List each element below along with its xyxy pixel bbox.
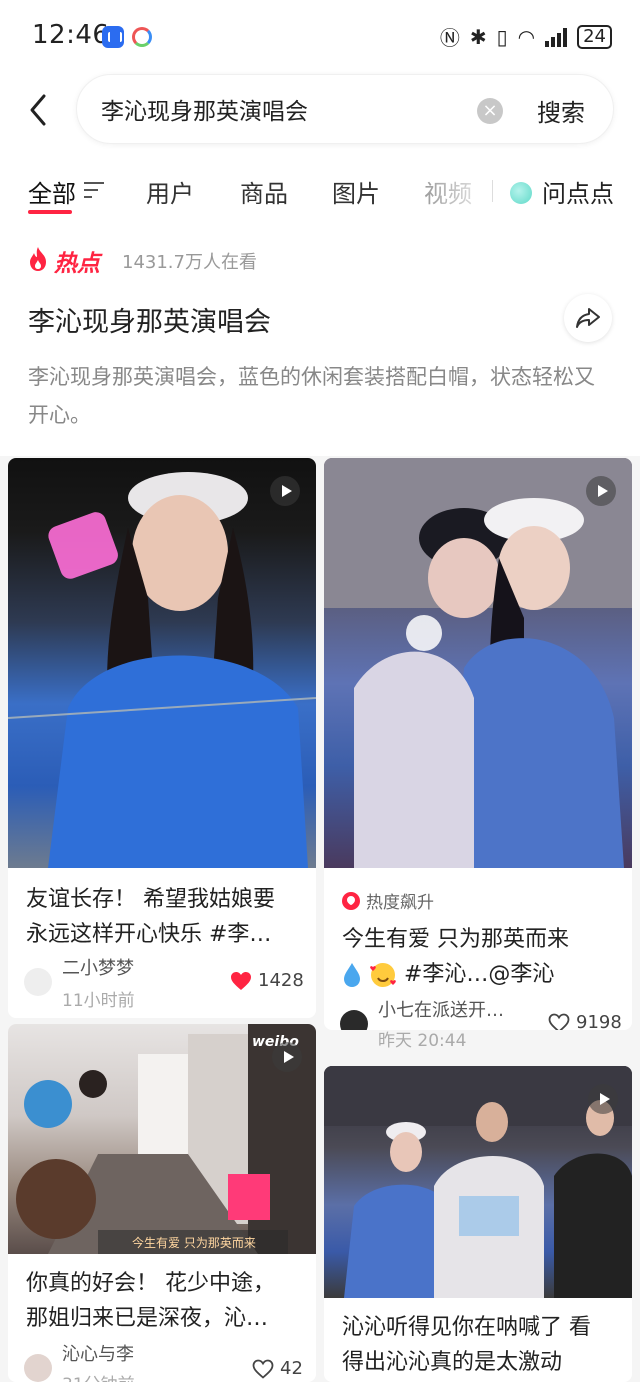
hot-description: 李沁现身那英演唱会，蓝色的休闲套装搭配白帽，状态轻松又开心。: [28, 365, 595, 427]
cover-illustration: [324, 1066, 632, 1298]
share-button[interactable]: [564, 294, 612, 342]
heart-filled-icon: [231, 971, 251, 990]
note-title-line: 沁沁听得见你在呐喊了 看: [342, 1315, 591, 1340]
note-card[interactable]: weibo 今生有爱 只为那英而来 你真的好会！ 花少中途， 那姐归来已是深夜，…: [8, 1024, 316, 1382]
active-tab-indicator: [28, 210, 72, 214]
note-title[interactable]: 你真的好会！ 花少中途， 那姐归来已是深夜，沁…: [26, 1266, 306, 1336]
note-title-line: 你真的好会！ 花少中途，: [26, 1271, 275, 1296]
browser-app-icon: [132, 27, 152, 47]
avatar[interactable]: [340, 1010, 368, 1030]
like-count: 42: [280, 1358, 303, 1379]
trending-label: 热度飙升: [366, 893, 434, 913]
status-icons: Ⓝ ✱ ▯ ◠ 24: [440, 22, 612, 51]
note-card[interactable]: 沁沁听得见你在呐喊了 看 得出沁沁真的是太激动: [324, 1066, 632, 1382]
note-cover-image[interactable]: [324, 1066, 632, 1298]
cover-illustration: [324, 458, 632, 868]
tab-ask[interactable]: 问点点: [542, 174, 614, 209]
tab-fade: [422, 172, 502, 208]
note-card[interactable]: 友谊长存！ 希望我姑娘要 永远这样开心快乐 #李… 二小梦梦 11小时前 142…: [8, 458, 316, 1018]
droplet-icon: [344, 963, 360, 987]
video-play-icon: [586, 476, 616, 506]
note-title-line: 那姐归来已是深夜，沁…: [26, 1306, 269, 1331]
search-box: × 搜索: [76, 74, 614, 144]
post-time: 昨天 20:44: [378, 1031, 467, 1051]
avatar[interactable]: [24, 968, 52, 996]
note-title-line: 友谊长存！ 希望我姑娘要: [26, 887, 275, 912]
hot-viewers: 1431.7万人在看: [122, 252, 257, 273]
status-bar: 12:46 Ⓝ ✱ ▯ ◠ 24: [0, 0, 640, 74]
note-title-line: #李沁…@李沁: [342, 957, 622, 992]
note-title-text: #李沁…@李沁: [404, 962, 555, 987]
cover-illustration: [16, 1024, 316, 1254]
avatar[interactable]: [24, 1354, 52, 1382]
wifi-icon: ◠: [517, 24, 536, 49]
hot-label: 热点: [54, 251, 100, 277]
battery-icon: 24: [577, 24, 612, 49]
note-cover-image[interactable]: [8, 458, 316, 868]
back-button[interactable]: [24, 92, 54, 128]
tab-bar: 全部 用户 商品 图片 视频 问点点: [0, 154, 640, 224]
tab-products[interactable]: 商品: [240, 174, 288, 209]
note-title-line: 得出沁沁真的是太激动: [342, 1350, 563, 1375]
voice-app-icon: [102, 26, 124, 48]
note-cover-image[interactable]: [324, 458, 632, 868]
vibrate-icon: ▯: [496, 24, 508, 49]
note-title[interactable]: 友谊长存！ 希望我姑娘要 永远这样开心快乐 #李…: [26, 882, 306, 952]
share-icon: [576, 308, 600, 328]
back-arrow-icon: [30, 94, 46, 126]
tab-all[interactable]: 全部: [28, 174, 76, 209]
video-play-icon: [588, 1084, 618, 1114]
note-cover-image[interactable]: weibo 今生有爱 只为那英而来: [8, 1024, 316, 1254]
like-button[interactable]: 1428: [230, 970, 304, 991]
heart-outline-icon: [548, 1013, 570, 1030]
video-caption: 今生有爱 只为那英而来: [132, 1236, 256, 1250]
trending-badge: 热度飙升: [342, 888, 434, 913]
heart-outline-icon: [252, 1359, 274, 1379]
hot-title[interactable]: 李沁现身那英演唱会: [28, 300, 271, 339]
video-play-icon: [270, 476, 300, 506]
filter-icon[interactable]: [84, 182, 104, 198]
search-button[interactable]: 搜索: [537, 93, 585, 128]
cover-illustration: [8, 472, 316, 868]
hot-topic-section: 热点 1431.7万人在看 李沁现身那英演唱会 李沁现身那英演唱会，蓝色的休闲套…: [0, 224, 640, 456]
signal-icon: [545, 27, 568, 47]
tab-divider: [492, 180, 493, 202]
author-name[interactable]: 沁心与李: [62, 1340, 134, 1366]
fire-icon: [30, 247, 46, 271]
search-input[interactable]: [101, 89, 461, 129]
smiling-face-hearts-icon: [370, 963, 396, 987]
like-button[interactable]: 42: [252, 1358, 303, 1379]
video-play-icon: [272, 1042, 302, 1072]
tab-images[interactable]: 图片: [332, 174, 380, 209]
status-time: 12:46: [32, 20, 110, 50]
author-name[interactable]: 小七在派送开…: [378, 996, 504, 1022]
like-count: 1428: [258, 970, 304, 991]
like-button[interactable]: 9198: [548, 1012, 622, 1030]
note-title-line: 今生有爱 只为那英而来: [342, 927, 569, 952]
nfc-icon: Ⓝ: [439, 26, 460, 50]
post-time: 11小时前: [62, 991, 135, 1011]
post-time: 31分钟前: [62, 1370, 135, 1382]
note-title[interactable]: 沁沁听得见你在呐喊了 看 得出沁沁真的是太激动: [342, 1310, 622, 1380]
note-card[interactable]: 热度飙升 今生有爱 只为那英而来 #李沁…@李沁 小七在派送开… 9198: [324, 458, 632, 1030]
tab-users[interactable]: 用户: [146, 174, 194, 209]
bluetooth-icon: ✱: [469, 24, 487, 49]
note-title-line: 永远这样开心快乐 #李…: [26, 922, 272, 947]
ask-dot-icon[interactable]: [510, 182, 532, 204]
note-title[interactable]: 今生有爱 只为那英而来 #李沁…@李沁: [342, 922, 622, 992]
search-header: × 搜索: [0, 74, 640, 154]
author-name[interactable]: 二小梦梦: [62, 954, 134, 980]
trending-icon: [342, 891, 360, 910]
like-count: 9198: [576, 1012, 622, 1030]
clear-icon[interactable]: ×: [477, 98, 503, 124]
